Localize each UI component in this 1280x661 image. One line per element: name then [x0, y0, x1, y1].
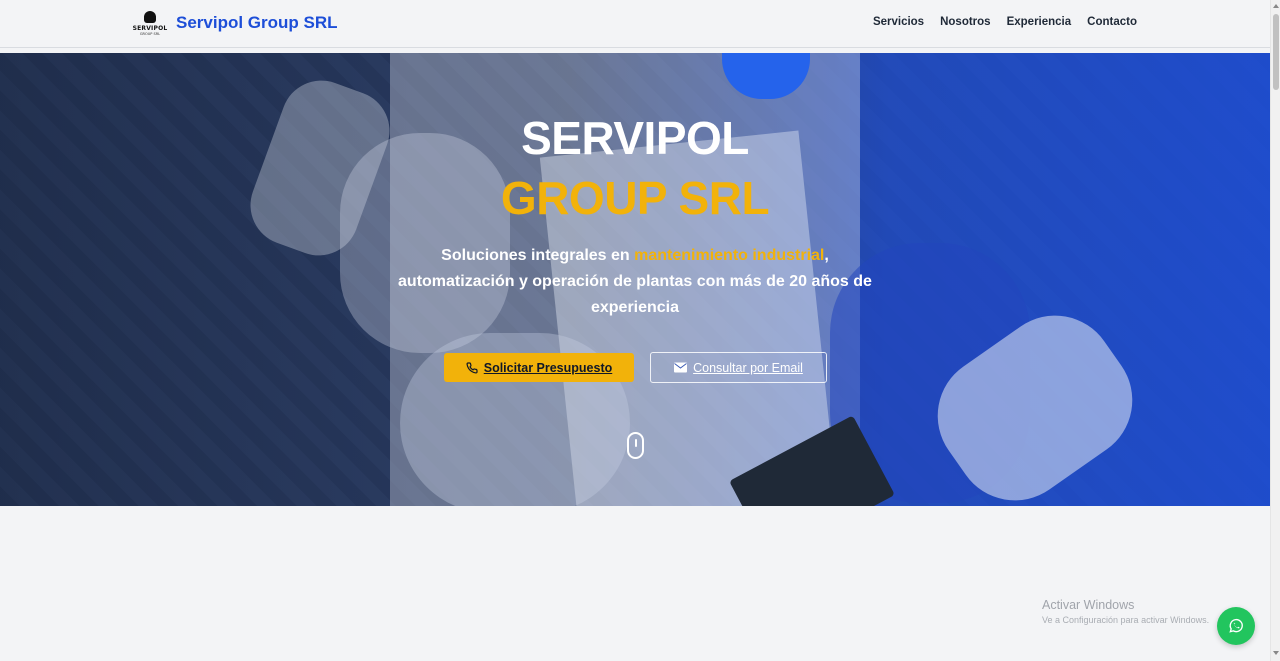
email-contact-button[interactable]: Consultar por Email: [650, 352, 827, 383]
whatsapp-icon: [1229, 618, 1243, 633]
page-scrollbar[interactable]: [1270, 0, 1280, 661]
nav-link-servicios[interactable]: Servicios: [873, 16, 924, 28]
logo-text: SERVIPOL: [132, 24, 168, 32]
hero-subtitle-start: Soluciones integrales en: [441, 247, 635, 264]
logo-subtext: GROUP SRL: [139, 31, 161, 36]
site-header: SERVIPOL GROUP SRL Servipol Group SRL Se…: [0, 0, 1270, 48]
scroll-down-arrow-icon[interactable]: [1273, 651, 1279, 655]
hero-subtitle-highlight: mantenimiento industrial: [634, 247, 825, 264]
request-quote-button[interactable]: Solicitar Presupuesto: [444, 353, 634, 382]
hero-title-line2: GROUP SRL: [500, 172, 770, 224]
company-logo: SERVIPOL GROUP SRL: [133, 6, 167, 40]
helmet-icon: [144, 10, 156, 23]
nav-link-contacto[interactable]: Contacto: [1087, 16, 1137, 28]
whatsapp-button[interactable]: [1217, 607, 1255, 645]
brand-name: Servipol Group SRL: [176, 13, 338, 32]
nav-link-nosotros[interactable]: Nosotros: [940, 16, 990, 28]
phone-icon: [466, 361, 478, 374]
hero-title-line1: SERVIPOL: [521, 112, 749, 164]
request-quote-label: Solicitar Presupuesto: [483, 360, 613, 375]
email-contact-label: Consultar por Email: [693, 360, 803, 375]
windows-activation-title: Activar Windows: [1042, 598, 1135, 612]
envelope-icon: [674, 362, 688, 373]
hero-subtitle: Soluciones integrales en mantenimiento i…: [385, 243, 885, 321]
scrollbar-thumb[interactable]: [1273, 14, 1279, 90]
scroll-up-arrow-icon[interactable]: [1273, 4, 1279, 8]
hero-section: SERVIPOL GROUP SRL Soluciones integrales…: [0, 53, 1270, 506]
nav-link-experiencia[interactable]: Experiencia: [1007, 16, 1072, 28]
main-nav: Servicios Nosotros Experiencia Contacto: [873, 16, 1137, 28]
scroll-down-mouse-icon[interactable]: [627, 432, 644, 459]
brand-link[interactable]: SERVIPOL GROUP SRL Servipol Group SRL: [133, 6, 338, 40]
